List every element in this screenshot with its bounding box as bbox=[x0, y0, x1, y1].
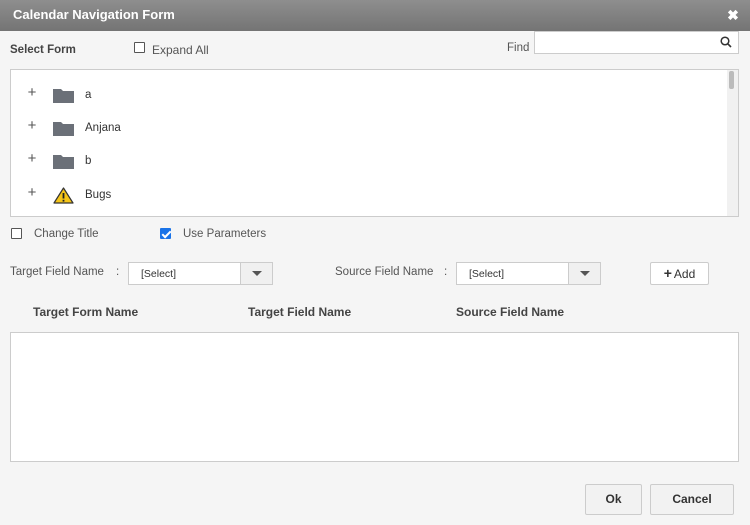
chevron-down-icon[interactable] bbox=[568, 263, 600, 284]
plus-icon: + bbox=[663, 265, 672, 281]
tree-item-anjana[interactable]: + Anjana bbox=[11, 117, 711, 141]
tree-item-label: a bbox=[85, 89, 92, 101]
folder-icon bbox=[53, 155, 74, 169]
target-field-select[interactable]: [Select] bbox=[128, 262, 273, 285]
find-label: Find bbox=[507, 42, 530, 54]
target-field-colon: : bbox=[116, 266, 120, 278]
warning-icon bbox=[53, 187, 74, 204]
expand-all-label: Expand All bbox=[152, 43, 209, 57]
use-parameters-checkbox[interactable] bbox=[160, 228, 171, 239]
close-icon[interactable]: ✖ bbox=[725, 6, 741, 24]
form-tree: + a + Anjana + b + Bugs bbox=[10, 69, 739, 217]
parameters-grid bbox=[10, 332, 739, 462]
cancel-button[interactable]: Cancel bbox=[650, 484, 734, 515]
tree-scrollbar[interactable] bbox=[727, 70, 738, 216]
tree-item-a[interactable]: + a bbox=[11, 84, 711, 108]
find-field bbox=[534, 31, 739, 54]
source-field-select[interactable]: [Select] bbox=[456, 262, 601, 285]
add-button[interactable]: + Add bbox=[650, 262, 709, 285]
chevron-down-icon[interactable] bbox=[240, 263, 272, 284]
search-icon[interactable] bbox=[720, 36, 732, 48]
folder-icon bbox=[53, 122, 74, 136]
expand-plus-icon[interactable]: + bbox=[26, 150, 38, 167]
tree-item-b[interactable]: + b bbox=[11, 150, 711, 174]
change-title-checkbox[interactable] bbox=[11, 228, 22, 239]
dialog-titlebar: Calendar Navigation Form ✖ bbox=[0, 0, 750, 31]
header-target-field-name: Target Field Name bbox=[248, 305, 352, 319]
folder-icon bbox=[53, 89, 74, 103]
source-field-value: [Select] bbox=[469, 268, 505, 280]
source-field-colon: : bbox=[444, 266, 448, 278]
source-field-label: Source Field Name bbox=[335, 266, 434, 278]
header-target-form-name: Target Form Name bbox=[33, 305, 139, 319]
select-form-label: Select Form bbox=[10, 44, 76, 56]
add-button-label: Add bbox=[673, 267, 696, 281]
expand-plus-icon[interactable]: + bbox=[26, 117, 38, 134]
tree-item-bugs[interactable]: + Bugs bbox=[11, 184, 711, 208]
tree-item-label: b bbox=[85, 155, 92, 167]
expand-all-checkbox[interactable] bbox=[134, 42, 145, 53]
find-input[interactable] bbox=[535, 32, 710, 53]
expand-plus-icon[interactable]: + bbox=[26, 84, 38, 101]
use-parameters-label: Use Parameters bbox=[183, 228, 267, 240]
dialog-title: Calendar Navigation Form bbox=[13, 7, 175, 22]
header-source-field-name: Source Field Name bbox=[456, 305, 565, 319]
expand-plus-icon[interactable]: + bbox=[26, 184, 38, 201]
tree-item-label: Bugs bbox=[85, 189, 112, 201]
target-field-label: Target Field Name bbox=[10, 266, 104, 278]
target-field-value: [Select] bbox=[141, 268, 177, 280]
ok-button[interactable]: Ok bbox=[585, 484, 642, 515]
scrollbar-thumb[interactable] bbox=[729, 71, 734, 89]
change-title-label: Change Title bbox=[34, 228, 99, 240]
tree-item-label: Anjana bbox=[85, 122, 121, 134]
